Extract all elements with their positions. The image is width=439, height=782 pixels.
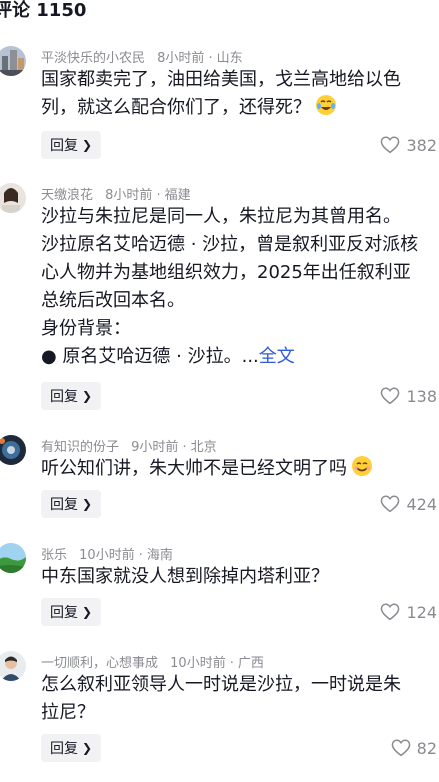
comment-text-line: 国家都卖完了，油田给美国，戈兰高地给以色 — [41, 69, 401, 90]
comment-location: 广西 — [237, 656, 264, 671]
chevron-right-icon: ❯ — [81, 605, 93, 619]
like-count: 382 — [406, 135, 437, 155]
crying-laugh-emoji-icon — [315, 94, 337, 116]
avatar[interactable] — [0, 46, 26, 76]
comment-location: 海南 — [146, 548, 173, 563]
comment-meta: 有知识的份子 9小时前 · 北京 — [41, 440, 217, 455]
heart-icon — [391, 739, 410, 757]
comment-text-line: ● 原名艾哈迈德 · 沙拉。... — [41, 346, 259, 367]
avatar[interactable] — [0, 651, 26, 681]
comment-text-line: 拉尼？ — [41, 702, 95, 723]
comment-text-line: 心人物并为基地组织效力，2025年出任叙利亚 — [41, 262, 411, 283]
comment-location: 山东 — [216, 51, 243, 66]
comment-text-line: 怎么叙利亚领导人一时说是沙拉，一时说是朱 — [41, 674, 401, 695]
comment-time: 8小时前 — [157, 51, 205, 66]
reply-button[interactable]: 回复 ❯ — [41, 382, 101, 410]
heart-icon — [381, 387, 400, 405]
like-button[interactable]: 382 — [380, 131, 437, 159]
comment-username[interactable]: 张乐 — [41, 548, 67, 563]
smile-emoji-icon — [351, 455, 373, 477]
comment-meta: 天缴浪花 8小时前 · 福建 — [41, 188, 191, 203]
like-count: 424 — [406, 494, 437, 514]
comment-time: 8小时前 — [105, 188, 153, 203]
comment-time: 10小时前 — [79, 548, 135, 563]
comment-username[interactable]: 天缴浪花 — [41, 188, 93, 203]
chevron-right-icon: ❯ — [81, 138, 93, 152]
reply-button[interactable]: 回复 ❯ — [41, 490, 101, 518]
reply-label: 回复 — [49, 138, 78, 154]
comment-text-line: 身份背景： — [41, 318, 131, 339]
comment-meta: 平淡快乐的小农民 8小时前 · 山东 — [41, 51, 243, 66]
comment-location: 福建 — [164, 188, 191, 203]
comment-text-line: 列，就这么配合你们了，还得死？ — [41, 97, 311, 118]
like-button[interactable]: 138 — [380, 382, 437, 410]
comment-text: 国家都卖完了，油田给美国，戈兰高地给以色 列，就这么配合你们了，还得死？ — [41, 66, 439, 122]
comment-username[interactable]: 一切顺利，心想事成 — [41, 656, 158, 671]
comment-text: 沙拉与朱拉尼是同一人，朱拉尼为其曾用名。 沙拉原名艾哈迈德 · 沙拉，曾是叙利亚… — [41, 203, 439, 371]
comment-text-line: 听公知们讲，朱大帅不是已经文明了吗 — [41, 458, 347, 479]
comment-username[interactable]: 平淡快乐的小农民 — [41, 51, 145, 66]
chevron-right-icon: ❯ — [81, 389, 93, 403]
comment-time: 9小时前 — [131, 440, 179, 455]
comment-text: 听公知们讲，朱大帅不是已经文明了吗 — [41, 455, 439, 483]
avatar[interactable] — [0, 435, 26, 465]
expand-full-text-link[interactable]: 全文 — [259, 346, 295, 367]
comment-meta: 张乐 10小时前 · 海南 — [41, 548, 173, 563]
heart-icon — [381, 495, 400, 513]
comment-location: 北京 — [190, 440, 217, 455]
comment-text: 中东国家就没人想到除掉内塔利亚？ — [41, 563, 439, 591]
reply-button[interactable]: 回复 ❯ — [41, 734, 101, 762]
reply-label: 回复 — [49, 389, 78, 405]
like-button[interactable]: 124 — [380, 598, 437, 626]
avatar[interactable] — [0, 183, 26, 213]
comment-text-line: 沙拉原名艾哈迈德 · 沙拉，曾是叙利亚反对派核 — [41, 234, 419, 255]
reply-button[interactable]: 回复 ❯ — [41, 598, 101, 626]
comment-time: 10小时前 — [170, 656, 226, 671]
chevron-right-icon: ❯ — [81, 741, 93, 755]
reply-label: 回复 — [49, 741, 78, 757]
reply-label: 回复 — [49, 497, 78, 513]
like-button[interactable]: 82 — [391, 734, 437, 762]
reply-label: 回复 — [49, 605, 78, 621]
comment-text-line: 总统后改回本名。 — [41, 290, 185, 311]
comment-text-line: 沙拉与朱拉尼是同一人，朱拉尼为其曾用名。 — [41, 206, 401, 227]
avatar[interactable] — [0, 543, 26, 573]
heart-icon — [381, 136, 400, 154]
like-button[interactable]: 424 — [380, 490, 437, 518]
chevron-right-icon: ❯ — [81, 497, 93, 511]
reply-button[interactable]: 回复 ❯ — [41, 131, 101, 159]
comments-page: 评论 1150 平淡快乐的小农民 8小时前 · 山东 国家都卖完了，油田给美国，戈兰… — [0, 0, 439, 782]
comments-count-title: 评论 1150 — [0, 0, 87, 21]
comment-meta: 一切顺利，心想事成 10小时前 · 广西 — [41, 656, 264, 671]
heart-icon — [381, 603, 400, 621]
comment-text-line: 中东国家就没人想到除掉内塔利亚？ — [41, 566, 329, 587]
comment-text: 怎么叙利亚领导人一时说是沙拉，一时说是朱 拉尼？ — [41, 671, 439, 727]
like-count: 138 — [406, 386, 437, 406]
comment-username[interactable]: 有知识的份子 — [41, 440, 119, 455]
like-count: 82 — [416, 738, 437, 758]
like-count: 124 — [406, 602, 437, 622]
